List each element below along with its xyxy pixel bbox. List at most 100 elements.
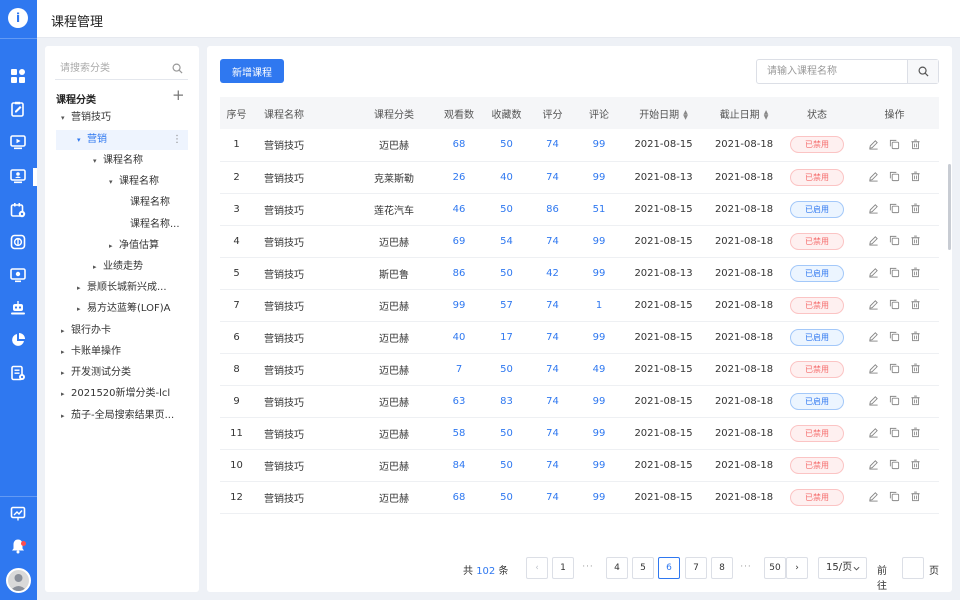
edit-icon[interactable] bbox=[868, 331, 879, 342]
pagination-ellipsis[interactable]: ··· bbox=[579, 557, 597, 579]
monitor-play-icon[interactable] bbox=[10, 134, 26, 150]
table-row[interactable]: 5 营销技巧 斯巴鲁 86 50 42 99 2021-08-13 2021-08-18 已启用 bbox=[220, 257, 939, 290]
page-size-select[interactable]: 15/页 bbox=[818, 557, 867, 579]
delete-icon[interactable] bbox=[910, 299, 921, 310]
delete-icon[interactable] bbox=[910, 267, 921, 278]
tree-node[interactable]: ▸ 易方达蓝筹(LOF)A bbox=[77, 299, 170, 319]
edit-icon[interactable] bbox=[868, 395, 879, 406]
tree-search-input[interactable] bbox=[55, 58, 165, 78]
app-logo-icon[interactable]: i bbox=[8, 8, 28, 28]
table-row[interactable]: 11 营销技巧 迈巴赫 58 50 74 99 2021-08-15 2021-08-18 已禁用 bbox=[220, 417, 939, 450]
page-button[interactable]: 4 bbox=[606, 557, 628, 579]
pagination-ellipsis[interactable]: ··· bbox=[737, 557, 755, 579]
delete-icon[interactable] bbox=[910, 139, 921, 150]
dashboard-icon[interactable] bbox=[10, 68, 26, 84]
caret-down-icon[interactable]: ▾ bbox=[93, 151, 103, 171]
search-icon[interactable] bbox=[172, 63, 183, 74]
tree-node[interactable]: ▾ 营销技巧 bbox=[61, 108, 111, 128]
edit-icon[interactable] bbox=[868, 491, 879, 502]
delete-icon[interactable] bbox=[910, 331, 921, 342]
tree-node[interactable]: ▸ 银行办卡 bbox=[61, 321, 111, 341]
calendar-settings-icon[interactable] bbox=[10, 202, 26, 218]
col-header-start-date[interactable]: 开始日期 ▲ ▼ bbox=[623, 97, 704, 129]
edit-icon[interactable] bbox=[868, 171, 879, 182]
caret-right-icon[interactable]: ▸ bbox=[109, 236, 119, 256]
edit-icon[interactable] bbox=[868, 235, 879, 246]
tree-node[interactable]: ▸ 业绩走势 bbox=[93, 257, 143, 277]
edit-icon[interactable] bbox=[868, 203, 879, 214]
tree-node[interactable]: ▸ 2021520新增分类-lcl bbox=[61, 384, 170, 404]
add-category-icon[interactable]: + bbox=[172, 88, 185, 103]
sort-icon[interactable]: ▲ ▼ bbox=[683, 109, 688, 120]
delete-icon[interactable] bbox=[910, 459, 921, 470]
delete-icon[interactable] bbox=[910, 171, 921, 182]
edit-icon[interactable] bbox=[868, 427, 879, 438]
table-row[interactable]: 10 营销技巧 迈巴赫 84 50 74 99 2021-08-15 2021-08-18 已禁用 bbox=[220, 449, 939, 482]
col-header-end-date[interactable]: 截止日期 ▲ ▼ bbox=[704, 97, 784, 129]
edit-icon[interactable] bbox=[868, 139, 879, 150]
copy-icon[interactable] bbox=[889, 427, 900, 438]
page-button[interactable]: 50 bbox=[764, 557, 786, 579]
sort-icon[interactable]: ▲ ▼ bbox=[764, 109, 769, 120]
table-row[interactable]: 3 营销技巧 莲花汽车 46 50 86 51 2021-08-15 2021-08-18 已启用 bbox=[220, 193, 939, 226]
copy-icon[interactable] bbox=[889, 267, 900, 278]
page-button[interactable]: 5 bbox=[632, 557, 654, 579]
copy-icon[interactable] bbox=[889, 491, 900, 502]
caret-right-icon[interactable]: ▸ bbox=[61, 406, 71, 426]
copy-icon[interactable] bbox=[889, 203, 900, 214]
copy-icon[interactable] bbox=[889, 331, 900, 342]
page-button[interactable]: 7 bbox=[685, 557, 707, 579]
page-button[interactable]: 6 bbox=[658, 557, 680, 579]
table-row[interactable]: 4 营销技巧 迈巴赫 69 54 74 99 2021-08-15 2021-08-18 已禁用 bbox=[220, 225, 939, 258]
goto-page-input[interactable] bbox=[902, 557, 924, 579]
tree-node[interactable]: ▾ 营销 ⋮ bbox=[56, 130, 188, 150]
delete-icon[interactable] bbox=[910, 427, 921, 438]
copy-icon[interactable] bbox=[889, 459, 900, 470]
copy-icon[interactable] bbox=[889, 235, 900, 246]
edit-icon[interactable] bbox=[868, 267, 879, 278]
edit-icon[interactable] bbox=[868, 299, 879, 310]
delete-icon[interactable] bbox=[910, 203, 921, 214]
caret-down-icon[interactable]: ▾ bbox=[77, 130, 87, 150]
caret-right-icon[interactable]: ▸ bbox=[77, 299, 87, 319]
edit-icon[interactable] bbox=[868, 363, 879, 374]
avatar[interactable] bbox=[6, 568, 31, 593]
tree-node[interactable]: ▾ 课程名称 bbox=[93, 151, 143, 171]
table-row[interactable]: 9 营销技巧 迈巴赫 63 83 74 99 2021-08-15 2021-08-18 已启用 bbox=[220, 385, 939, 418]
delete-icon[interactable] bbox=[910, 235, 921, 246]
prev-page-button[interactable]: ‹ bbox=[526, 557, 548, 579]
clipboard-edit-icon[interactable] bbox=[10, 101, 26, 117]
tree-node[interactable]: ▸ 卡账单操作 bbox=[61, 342, 121, 362]
copy-icon[interactable] bbox=[889, 171, 900, 182]
screen-report-icon[interactable] bbox=[10, 267, 26, 283]
caret-right-icon[interactable]: ▸ bbox=[77, 278, 87, 298]
caret-right-icon[interactable]: ▸ bbox=[61, 321, 71, 341]
caret-right-icon[interactable]: ▸ bbox=[61, 342, 71, 362]
course-search-input[interactable] bbox=[757, 60, 907, 83]
copy-icon[interactable] bbox=[889, 139, 900, 150]
table-row[interactable]: 1 营销技巧 迈巴赫 68 50 74 99 2021-08-15 2021-08-18 已禁用 bbox=[220, 129, 939, 162]
table-row[interactable]: 2 营销技巧 克莱斯勒 26 40 74 99 2021-08-13 2021-08-18 已禁用 bbox=[220, 161, 939, 194]
table-row[interactable]: 8 营销技巧 迈巴赫 7 50 74 49 2021-08-15 2021-08-18 已禁用 bbox=[220, 353, 939, 386]
tree-node[interactable]: 课程名称... bbox=[120, 215, 180, 235]
delete-icon[interactable] bbox=[910, 363, 921, 374]
tree-node[interactable]: ▸ 净值估算 bbox=[109, 236, 159, 256]
page-button[interactable]: 8 bbox=[711, 557, 733, 579]
add-course-button[interactable]: 新增课程 bbox=[220, 59, 284, 83]
table-row[interactable]: 6 营销技巧 迈巴赫 40 17 74 99 2021-08-15 2021-08-18 已启用 bbox=[220, 321, 939, 354]
tree-node[interactable]: ▸ 景顺长城新兴成... bbox=[77, 278, 167, 298]
tree-node[interactable]: ▸ 茄子-全局搜索结果页... bbox=[61, 406, 174, 426]
tree-node[interactable]: 课程名称 bbox=[120, 193, 170, 213]
edit-icon[interactable] bbox=[868, 459, 879, 470]
table-row[interactable]: 12 营销技巧 迈巴赫 68 50 74 99 2021-08-15 2021-08-18 已禁用 bbox=[220, 481, 939, 514]
page-button[interactable]: 1 bbox=[552, 557, 574, 579]
copy-icon[interactable] bbox=[889, 363, 900, 374]
presentation-icon[interactable] bbox=[10, 506, 26, 522]
robot-icon[interactable] bbox=[10, 300, 26, 316]
pie-chart-icon[interactable] bbox=[10, 332, 26, 348]
caret-down-icon[interactable]: ▾ bbox=[109, 172, 119, 192]
tree-node[interactable]: ▾ 课程名称 bbox=[109, 172, 159, 192]
more-options-icon[interactable]: ⋮ bbox=[172, 130, 182, 150]
table-row[interactable]: 7 营销技巧 迈巴赫 99 57 74 1 2021-08-15 2021-08-18 已禁用 bbox=[220, 289, 939, 322]
next-page-button[interactable]: › bbox=[786, 557, 808, 579]
